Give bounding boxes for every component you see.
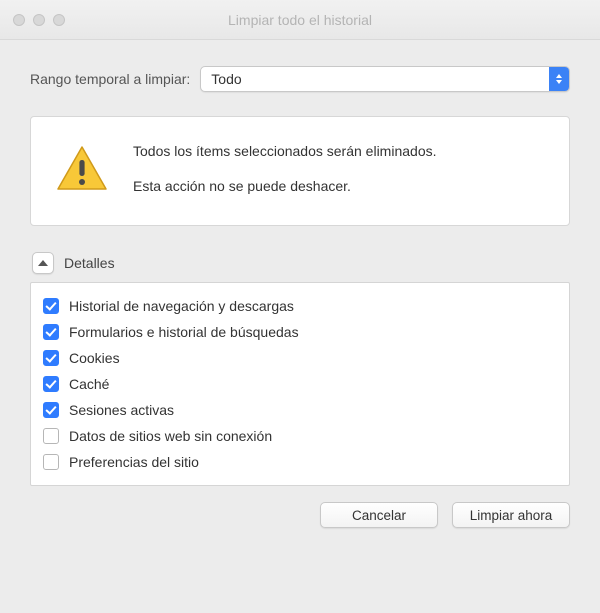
option-checkbox[interactable] [43,350,59,366]
window-controls [13,14,65,26]
option-label: Historial de navegación y descargas [69,298,294,314]
chevron-up-icon [38,260,48,266]
option-row: Historial de navegación y descargas [41,293,557,319]
close-window-button[interactable] [13,14,25,26]
option-row: Datos de sitios web sin conexión [41,423,557,449]
warning-panel: Todos los ítems seleccionados serán elim… [30,116,570,226]
zoom-window-button[interactable] [53,14,65,26]
option-label: Cookies [69,350,120,366]
option-row: Preferencias del sitio [41,449,557,475]
details-label: Detalles [64,255,115,271]
details-options-list: Historial de navegación y descargas Formu… [30,282,570,486]
option-checkbox[interactable] [43,402,59,418]
clear-now-button-label: Limpiar ahora [470,508,553,523]
warning-line-2: Esta acción no se puede deshacer. [133,176,437,197]
dropdown-stepper-icon [549,67,569,91]
warning-text: Todos los ítems seleccionados serán elim… [133,141,437,197]
option-label: Datos de sitios web sin conexión [69,428,272,444]
option-checkbox[interactable] [43,298,59,314]
clear-now-button[interactable]: Limpiar ahora [452,502,570,528]
time-range-row: Rango temporal a limpiar: Todo [30,66,570,92]
option-label: Preferencias del sitio [69,454,199,470]
option-row: Sesiones activas [41,397,557,423]
option-label: Sesiones activas [69,402,174,418]
cancel-button-label: Cancelar [352,508,406,523]
option-row: Caché [41,371,557,397]
option-checkbox[interactable] [43,428,59,444]
cancel-button[interactable]: Cancelar [320,502,438,528]
option-row: Cookies [41,345,557,371]
option-label: Caché [69,376,109,392]
time-range-value: Todo [201,71,549,87]
option-checkbox[interactable] [43,324,59,340]
time-range-select[interactable]: Todo [200,66,570,92]
warning-line-1: Todos los ítems seleccionados serán elim… [133,141,437,162]
option-row: Formularios e historial de búsquedas [41,319,557,345]
option-checkbox[interactable] [43,454,59,470]
minimize-window-button[interactable] [33,14,45,26]
dialog-footer: Cancelar Limpiar ahora [30,502,570,528]
time-range-label: Rango temporal a limpiar: [30,71,190,87]
titlebar: Limpiar todo el historial [0,0,600,40]
option-label: Formularios e historial de búsquedas [69,324,299,340]
warning-icon [53,141,111,197]
window-title: Limpiar todo el historial [0,12,600,28]
option-checkbox[interactable] [43,376,59,392]
details-header: Detalles [32,252,570,274]
details-disclosure-button[interactable] [32,252,54,274]
dialog-content: Rango temporal a limpiar: Todo Todos los… [0,40,600,546]
